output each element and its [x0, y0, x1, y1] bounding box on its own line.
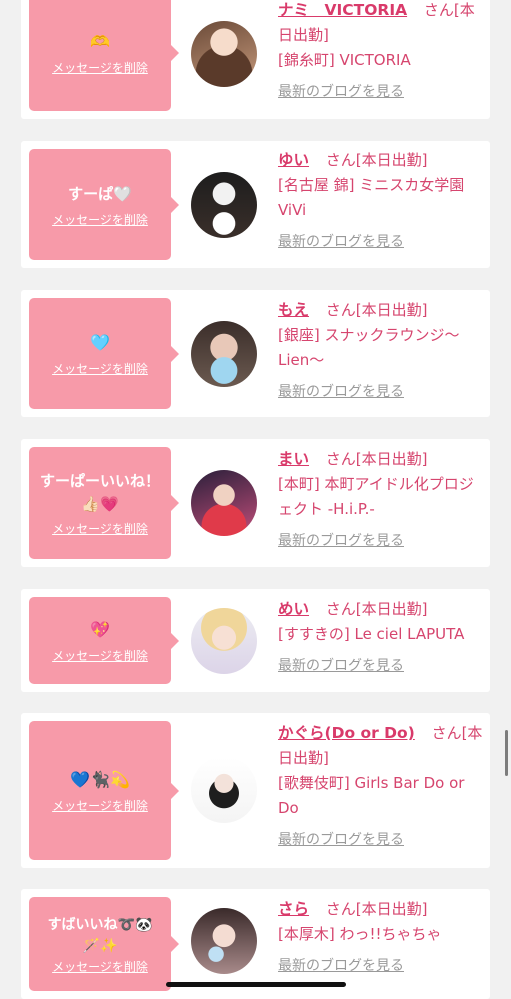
shop-name: [名古屋 錦] ミニスカ女学園ViVi	[278, 176, 465, 219]
cast-avatar[interactable]	[191, 321, 257, 387]
latest-blog-link[interactable]: 最新のブログを見る	[278, 380, 404, 405]
shop-name: [歌舞伎町] Girls Bar Do or Do	[278, 774, 465, 817]
work-status: さん[本日出勤]	[325, 450, 428, 468]
work-status: さん[本日出勤]	[325, 900, 428, 918]
latest-blog-link[interactable]: 最新のブログを見る	[278, 654, 404, 679]
delete-message-link[interactable]: メッセージを削除	[52, 520, 148, 537]
message-emoji: 💖	[90, 619, 110, 639]
message-card: すーぱ🤍 メッセージを削除 ゆい さん[本日出勤] [名古屋 錦] ミニスカ女学…	[21, 141, 490, 268]
message-text: すーぱーいいね！	[39, 472, 160, 490]
delete-message-link[interactable]: メッセージを削除	[52, 797, 148, 814]
latest-blog-link[interactable]: 最新のブログを見る	[278, 230, 404, 255]
message-emoji: 💙🐈‍⬛💫	[70, 769, 130, 789]
message-bubble: 💙🐈‍⬛💫 メッセージを削除	[29, 721, 179, 860]
scrollbar-thumb[interactable]	[505, 730, 508, 776]
message-card: 💙🐈‍⬛💫 メッセージを削除 かぐら(Do or Do) さん[本日出勤] [歌…	[21, 713, 490, 868]
latest-blog-link[interactable]: 最新のブログを見る	[278, 529, 404, 554]
message-card: すーぱーいいね！ 👍🏻💗 メッセージを削除 まい さん[本日出勤] [本町] 本…	[21, 439, 490, 567]
home-indicator[interactable]	[166, 982, 346, 987]
message-emoji: 🪄✨	[82, 937, 118, 954]
cast-info: ナミ VICTORIA さん[本日出勤] [錦糸町] VICTORIA 最新のブ…	[278, 0, 484, 105]
cast-avatar[interactable]	[191, 757, 257, 823]
message-bubble: 🩵 メッセージを削除	[29, 298, 179, 409]
cast-name-link[interactable]: めい	[278, 600, 309, 618]
latest-blog-link[interactable]: 最新のブログを見る	[278, 828, 404, 853]
delete-message-link[interactable]: メッセージを削除	[52, 647, 148, 664]
message-text: すーぱ🤍	[68, 184, 132, 203]
message-emoji: 👍🏻💗	[81, 495, 119, 513]
delete-message-link[interactable]: メッセージを削除	[52, 59, 148, 76]
delete-message-link[interactable]: メッセージを削除	[52, 958, 148, 975]
cast-name-link[interactable]: ゆい	[278, 151, 309, 169]
message-emoji: 🫶	[90, 31, 110, 51]
cast-avatar[interactable]	[191, 172, 257, 238]
delete-message-link[interactable]: メッセージを削除	[52, 360, 148, 377]
message-card: 🩵 メッセージを削除 もえ さん[本日出勤] [銀座] スナックラウンジ〜Lie…	[21, 290, 490, 417]
cast-name-link[interactable]: かぐら(Do or Do)	[278, 724, 415, 742]
cast-info: まい さん[本日出勤] [本町] 本町アイドル化プロジェクト -H.i.P.- …	[278, 447, 484, 554]
cast-info: もえ さん[本日出勤] [銀座] スナックラウンジ〜Lien〜 最新のブログを見…	[278, 298, 484, 405]
cast-info: かぐら(Do or Do) さん[本日出勤] [歌舞伎町] Girls Bar …	[278, 721, 484, 853]
shop-name: [錦糸町] VICTORIA	[278, 51, 411, 69]
message-bubble: 🫶 メッセージを削除	[29, 0, 179, 111]
message-bubble: 💖 メッセージを削除	[29, 597, 179, 684]
work-status: さん[本日出勤]	[325, 151, 428, 169]
shop-name: [本厚木] わっ!!ちゃちゃ	[278, 925, 442, 943]
latest-blog-link[interactable]: 最新のブログを見る	[278, 80, 404, 105]
cast-name-link[interactable]: まい	[278, 450, 309, 468]
cast-name-link[interactable]: さら	[278, 900, 309, 918]
cast-avatar[interactable]	[191, 470, 257, 536]
work-status: さん[本日出勤]	[325, 600, 428, 618]
message-card: 🫶 メッセージを削除 ナミ VICTORIA さん[本日出勤] [錦糸町] VI…	[21, 0, 490, 119]
message-emoji: 🩵	[90, 332, 110, 352]
shop-name: [銀座] スナックラウンジ〜Lien〜	[278, 326, 460, 369]
cast-name-link[interactable]: ナミ VICTORIA	[278, 1, 407, 19]
message-emoji: 🤍	[113, 184, 132, 203]
cast-avatar[interactable]	[191, 608, 257, 674]
delete-message-link[interactable]: メッセージを削除	[52, 211, 148, 228]
cast-avatar[interactable]	[191, 908, 257, 974]
cast-name-link[interactable]: もえ	[278, 301, 309, 319]
work-status: さん[本日出勤]	[325, 301, 428, 319]
cast-info: さら さん[本日出勤] [本厚木] わっ!!ちゃちゃ 最新のブログを見る	[278, 897, 484, 979]
shop-name: [すすきの] Le ciel LAPUTA	[278, 625, 465, 643]
message-bubble: すーぱーいいね！ 👍🏻💗 メッセージを削除	[29, 447, 179, 559]
message-card: 💖 メッセージを削除 めい さん[本日出勤] [すすきの] Le ciel LA…	[21, 589, 490, 692]
message-bubble: すーぱ🤍 メッセージを削除	[29, 149, 179, 260]
cast-info: ゆい さん[本日出勤] [名古屋 錦] ミニスカ女学園ViVi 最新のブログを見…	[278, 148, 484, 255]
latest-blog-link[interactable]: 最新のブログを見る	[278, 954, 404, 979]
cast-avatar[interactable]	[191, 21, 257, 87]
message-text: すばいいね➰🐼	[47, 916, 153, 933]
cast-info: めい さん[本日出勤] [すすきの] Le ciel LAPUTA 最新のブログ…	[278, 597, 484, 679]
message-bubble: すばいいね➰🐼 🪄✨ メッセージを削除	[29, 897, 179, 991]
shop-name: [本町] 本町アイドル化プロジェクト -H.i.P.-	[278, 475, 474, 518]
